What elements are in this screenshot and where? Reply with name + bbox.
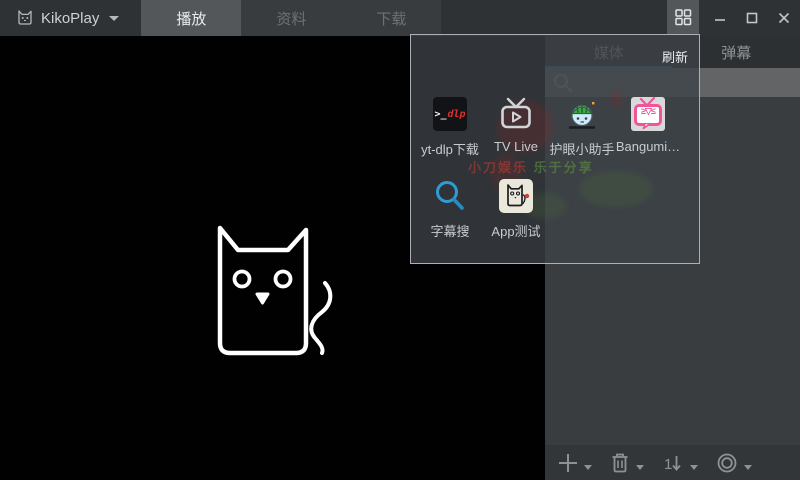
chevron-down-icon[interactable] bbox=[584, 465, 592, 470]
red-dot bbox=[523, 192, 531, 200]
window-controls bbox=[667, 0, 800, 36]
terminal-ytdlp-icon: >_ dlp bbox=[433, 97, 467, 131]
app-label: 字幕搜 bbox=[430, 221, 469, 240]
apps-panel-button[interactable] bbox=[667, 0, 699, 34]
tab-play[interactable]: 播放 bbox=[141, 0, 241, 36]
tv-live-icon bbox=[499, 97, 533, 131]
add-button[interactable] bbox=[557, 445, 592, 480]
eyecare-watermelon-icon bbox=[565, 97, 599, 131]
minimize-icon bbox=[714, 12, 726, 24]
playlist-toolbar: 1 bbox=[545, 445, 800, 480]
app-label: App测试 bbox=[491, 221, 540, 240]
cat-mascot-drawing bbox=[206, 186, 340, 362]
app-test-cat-icon bbox=[499, 179, 533, 213]
app-label: 护眼小助手 bbox=[549, 139, 614, 158]
loop-mode-button[interactable] bbox=[715, 445, 752, 480]
maximize-icon bbox=[746, 12, 758, 24]
tab-info[interactable]: 资料 bbox=[241, 0, 341, 36]
main-tabbar: 播放 资料 下载 bbox=[141, 0, 441, 36]
chevron-down-icon[interactable] bbox=[744, 465, 752, 470]
app-launcher-popup: 小刀娱乐 乐于分享 刷新 >_ dlp yt-dlp下载 bbox=[410, 34, 700, 264]
subtitle-search-magnifier-icon bbox=[433, 179, 467, 213]
close-icon bbox=[778, 12, 790, 24]
app-label: Bangumi… bbox=[616, 139, 680, 154]
maximize-button[interactable] bbox=[736, 0, 768, 36]
chevron-down-icon[interactable] bbox=[636, 465, 644, 470]
minimize-button[interactable] bbox=[704, 0, 736, 36]
app-label: TV Live bbox=[494, 139, 538, 154]
app-menu[interactable]: KikoPlay bbox=[0, 0, 129, 36]
trash-icon bbox=[609, 452, 631, 474]
app-item-subsearch[interactable]: 字幕搜 bbox=[417, 179, 483, 240]
titlebar: KikoPlay 播放 资料 下载 bbox=[0, 0, 800, 36]
app-item-tvlive[interactable]: TV Live bbox=[483, 97, 549, 158]
chevron-down-icon[interactable] bbox=[690, 465, 698, 470]
tab-download[interactable]: 下载 bbox=[341, 0, 441, 36]
sort-button[interactable]: 1 bbox=[661, 445, 698, 480]
app-item-eyecare[interactable]: 护眼小助手 bbox=[549, 97, 615, 158]
refresh-apps-button[interactable]: 刷新 bbox=[662, 47, 688, 66]
bangumi-tv-icon: ≥▽≤ bbox=[631, 97, 665, 131]
plus-icon bbox=[557, 452, 579, 474]
kikoplay-window: 媒体 弹幕 bbox=[0, 0, 800, 480]
cat-logo-icon bbox=[16, 9, 34, 27]
close-button[interactable] bbox=[768, 0, 800, 36]
app-item-apptest[interactable]: App测试 bbox=[483, 179, 549, 240]
bangumi-face: ≥▽≤ bbox=[631, 106, 665, 117]
app-label: yt-dlp下载 bbox=[421, 139, 479, 158]
chevron-down-icon bbox=[109, 16, 119, 21]
app-item-ytdlp[interactable]: >_ dlp yt-dlp下载 bbox=[417, 97, 483, 158]
loop-circle-icon bbox=[715, 451, 739, 475]
svg-text:1: 1 bbox=[664, 456, 672, 473]
apps-grid-icon bbox=[674, 8, 692, 26]
app-item-bangumi[interactable]: ≥▽≤ Bangumi… bbox=[615, 97, 681, 158]
apps-grid: >_ dlp yt-dlp下载 TV Live bbox=[417, 97, 681, 240]
sort-order-icon: 1 bbox=[661, 451, 685, 475]
delete-button[interactable] bbox=[609, 445, 644, 480]
app-title: KikoPlay bbox=[41, 10, 99, 27]
